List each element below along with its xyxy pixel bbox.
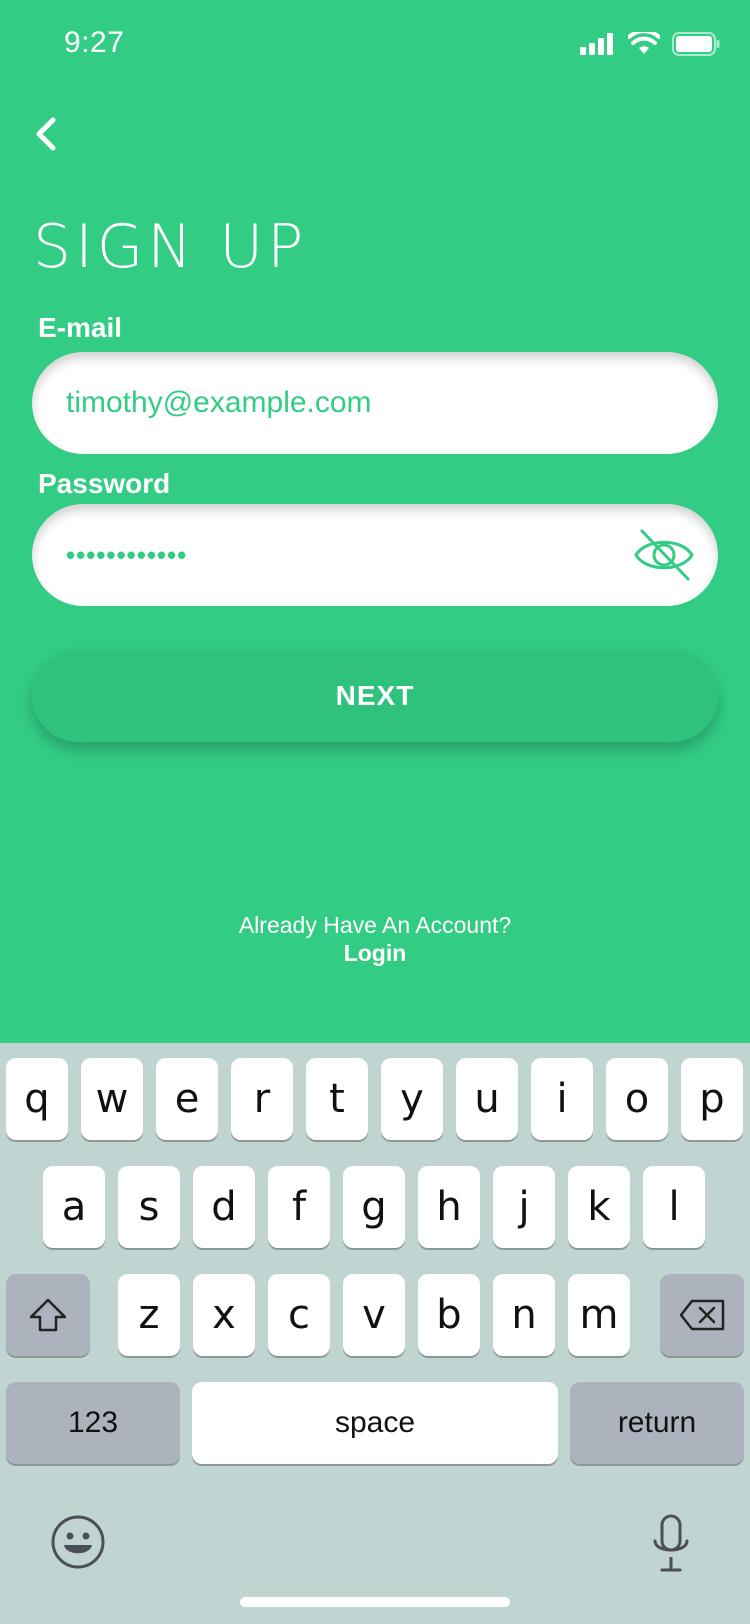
backspace-key[interactable] xyxy=(660,1274,744,1356)
status-bar: 9:27 xyxy=(0,0,750,90)
dictation-button[interactable] xyxy=(651,1513,691,1575)
key-g[interactable]: g xyxy=(343,1166,405,1248)
home-indicator xyxy=(240,1597,510,1607)
login-link[interactable]: Login xyxy=(0,940,750,967)
account-prompt: Already Have An Account? xyxy=(238,912,512,938)
return-key[interactable]: return xyxy=(570,1382,744,1464)
key-l[interactable]: l xyxy=(643,1166,705,1248)
key-i[interactable]: i xyxy=(531,1058,593,1140)
signal-icon xyxy=(580,33,613,55)
status-time: 9:27 xyxy=(64,26,125,59)
next-button[interactable]: NEXT xyxy=(32,650,718,742)
backspace-icon xyxy=(679,1299,725,1331)
password-value: •••••••••••• xyxy=(66,539,188,570)
key-u[interactable]: u xyxy=(456,1058,518,1140)
email-value: timothy@example.com xyxy=(66,386,372,419)
key-m[interactable]: m xyxy=(568,1274,630,1356)
chevron-left-icon xyxy=(36,117,56,151)
space-key[interactable]: space xyxy=(192,1382,558,1464)
emoji-button[interactable] xyxy=(50,1514,106,1570)
key-h[interactable]: h xyxy=(418,1166,480,1248)
key-n[interactable]: n xyxy=(493,1274,555,1356)
emoji-icon xyxy=(51,1515,105,1569)
key-r[interactable]: r xyxy=(231,1058,293,1140)
page-title: SIGN UP xyxy=(33,212,308,282)
key-d[interactable]: d xyxy=(193,1166,255,1248)
password-label: Password xyxy=(38,468,171,499)
key-x[interactable]: x xyxy=(193,1274,255,1356)
numbers-key[interactable]: 123 xyxy=(6,1382,180,1464)
keyboard: q w e r t y u i o p a s d f g h j k l z … xyxy=(0,1043,750,1624)
key-k[interactable]: k xyxy=(568,1166,630,1248)
key-e[interactable]: e xyxy=(156,1058,218,1140)
password-field[interactable]: •••••••••••• xyxy=(32,504,718,606)
shift-key[interactable] xyxy=(6,1274,90,1356)
key-s[interactable]: s xyxy=(118,1166,180,1248)
battery-icon xyxy=(672,32,720,56)
key-a[interactable]: a xyxy=(43,1166,105,1248)
key-f[interactable]: f xyxy=(268,1166,330,1248)
back-button[interactable] xyxy=(26,112,66,156)
eye-slash-icon xyxy=(634,529,694,581)
key-w[interactable]: w xyxy=(81,1058,143,1140)
key-v[interactable]: v xyxy=(343,1274,405,1356)
email-field[interactable]: timothy@example.com xyxy=(32,352,718,454)
key-j[interactable]: j xyxy=(493,1166,555,1248)
status-icons xyxy=(580,32,720,56)
email-label: E-mail xyxy=(38,312,123,343)
key-p[interactable]: p xyxy=(681,1058,743,1140)
key-c[interactable]: c xyxy=(268,1274,330,1356)
key-z[interactable]: z xyxy=(118,1274,180,1356)
key-o[interactable]: o xyxy=(606,1058,668,1140)
key-t[interactable]: t xyxy=(306,1058,368,1140)
wifi-icon xyxy=(628,32,660,54)
key-q[interactable]: q xyxy=(6,1058,68,1140)
toggle-password-visibility-button[interactable] xyxy=(632,528,696,582)
microphone-icon xyxy=(653,1514,689,1572)
key-y[interactable]: y xyxy=(381,1058,443,1140)
shift-icon xyxy=(29,1298,67,1332)
key-b[interactable]: b xyxy=(418,1274,480,1356)
